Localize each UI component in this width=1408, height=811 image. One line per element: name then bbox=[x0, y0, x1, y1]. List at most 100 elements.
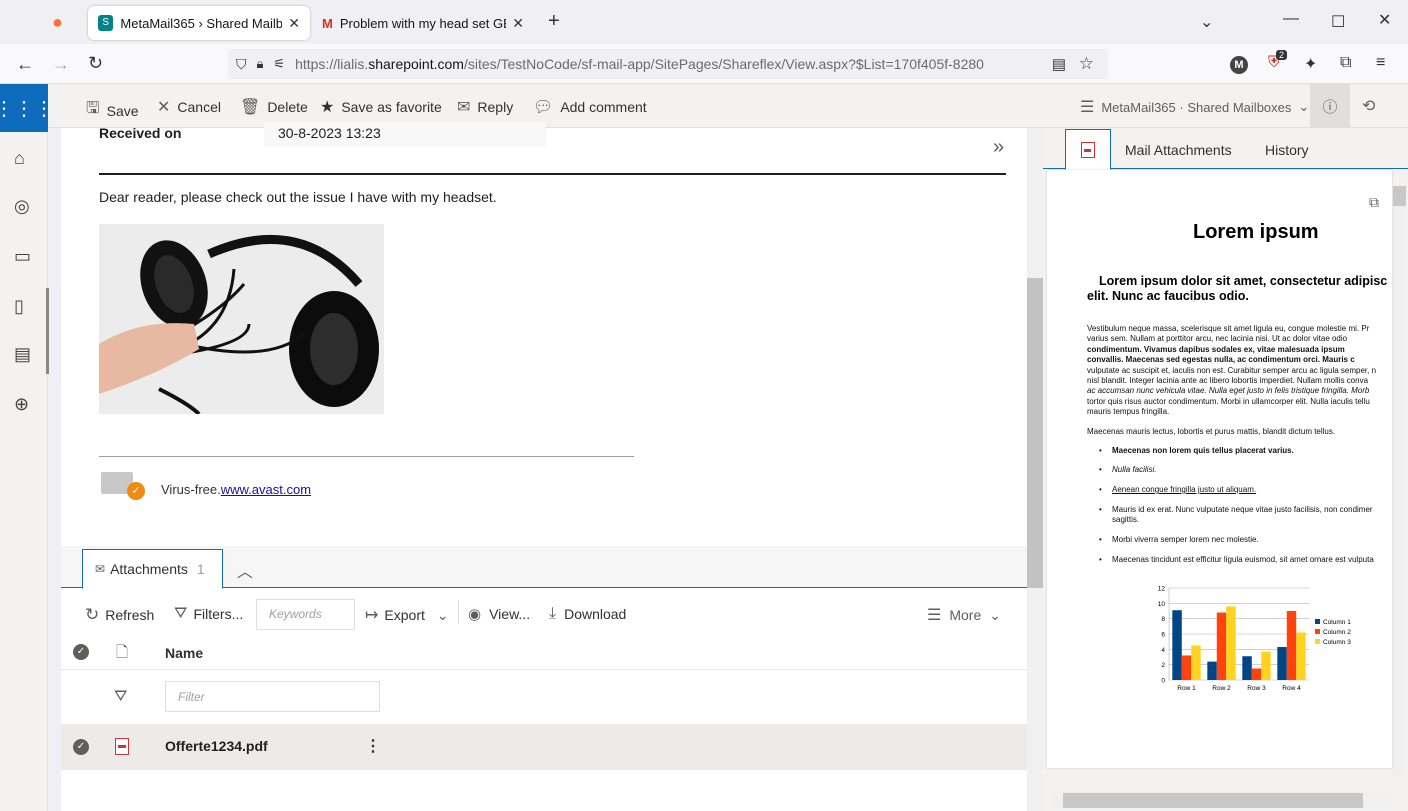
bar-chart: 0 2 4 6 8 10 12 Row 1 Row 2 Row 3 Row 4 Column 1 Col… bbox=[1158, 586, 1351, 693]
reader-view-icon[interactable]: ▤ bbox=[1052, 55, 1066, 73]
bullet-dot: • bbox=[1099, 485, 1102, 494]
mail-body: Dear reader, please check out the issue … bbox=[99, 189, 497, 205]
column-header-name[interactable]: Name bbox=[165, 645, 203, 661]
reply-button[interactable]: ✉ Reply bbox=[457, 97, 513, 117]
profile-avatar[interactable]: M bbox=[1230, 56, 1248, 74]
delete-button[interactable]: 🗑︎ Delete bbox=[240, 97, 308, 117]
chart-x-tick-label: Row 2 bbox=[1212, 685, 1231, 692]
address-bar[interactable]: ⛉ 🔒︎ ⚟ https://lialis. sharepoint.com/sit… bbox=[228, 49, 1108, 79]
filter-input[interactable]: Filter bbox=[165, 681, 380, 712]
preview-hscrollbar-thumb[interactable] bbox=[1063, 793, 1363, 808]
doc-paragraph: Vestibulum neque massa, scelerisque sit … bbox=[1087, 324, 1377, 417]
history-icon[interactable]: ⟲ bbox=[1362, 96, 1375, 116]
globe-icon[interactable]: ◎ bbox=[14, 196, 30, 217]
bullet-dot: • bbox=[1099, 535, 1102, 544]
doc-subtitle-line2: elit. Nunc ac faucibus odio. bbox=[1087, 289, 1249, 303]
url-host: sharepoint.com bbox=[368, 56, 464, 72]
chart-bar bbox=[1277, 647, 1287, 680]
cancel-button[interactable]: ✕ Cancel bbox=[157, 97, 221, 117]
download-icon: ⤓ bbox=[549, 605, 557, 622]
pdf-icon bbox=[115, 738, 129, 755]
collapse-icon[interactable]: ︿ bbox=[237, 558, 253, 582]
url-path: /sites/TestNoCode/sf-mail-app/SitePages/… bbox=[463, 56, 984, 72]
expand-icon[interactable]: » bbox=[993, 136, 1004, 159]
tab-title: Problem with my head set GBR bbox=[339, 15, 507, 31]
more-button[interactable]: ☰ More ⌄ bbox=[927, 605, 1001, 625]
received-value: 30-8-2023 13:23 bbox=[264, 122, 546, 147]
lists-icon[interactable]: ▤ bbox=[14, 344, 31, 365]
more-actions-icon[interactable]: ⋮ bbox=[365, 736, 381, 756]
doc-bullet: Morbi viverra semper lorem nec molestie. bbox=[1112, 535, 1259, 544]
tab-mail-attachments[interactable]: Mail Attachments bbox=[1125, 142, 1232, 158]
view-button[interactable]: ◉ View... bbox=[468, 605, 530, 623]
preview-scrollbar[interactable] bbox=[1393, 186, 1406, 776]
chart-bar bbox=[1296, 632, 1306, 680]
chart-legend-label: Column 1 bbox=[1323, 619, 1351, 626]
chart-bar bbox=[1207, 661, 1217, 680]
permissions-icon: ⚟ bbox=[273, 56, 286, 71]
tab-attachments[interactable]: ✉ Attachments 1 bbox=[82, 549, 223, 589]
filters-button[interactable]: ⛛ Filters... bbox=[174, 605, 243, 623]
chevron-down-icon: ⌄ bbox=[989, 606, 1001, 623]
doc-paragraph-2: Maecenas mauris lectus, lobortis et puru… bbox=[1087, 427, 1336, 436]
tab-list-icon[interactable]: ⌄ bbox=[1200, 12, 1213, 32]
received-label: Received on bbox=[99, 125, 182, 141]
context-selector[interactable]: ☰ MetaMail365 · Shared Mailboxes ⌄ bbox=[1080, 97, 1309, 117]
close-tab-icon[interactable]: ✕ bbox=[512, 15, 524, 32]
menu-icon[interactable]: ≡ bbox=[1376, 54, 1385, 72]
tab-metamail[interactable]: S MetaMail365 › Shared Mailboxes ✕ bbox=[88, 6, 310, 40]
extensions-puzzle-icon[interactable]: ⧉ bbox=[1340, 54, 1351, 72]
info-icon[interactable]: ⓘ bbox=[1310, 84, 1350, 128]
add-comment-button[interactable]: 💬︎ Add comment bbox=[533, 97, 647, 117]
main-scrollbar-thumb[interactable] bbox=[1027, 278, 1043, 588]
keywords-input[interactable]: Keywords bbox=[256, 599, 355, 630]
create-icon[interactable]: ⊕ bbox=[14, 394, 29, 415]
chart-bar bbox=[1251, 668, 1262, 680]
home-icon[interactable]: ⌂ bbox=[14, 148, 25, 169]
chart-y-tick-label: 10 bbox=[1158, 601, 1166, 608]
extension-icon[interactable]: ✦ bbox=[1304, 54, 1317, 74]
save-button[interactable]: 🖫 Save bbox=[86, 97, 139, 124]
news-icon[interactable]: ▭ bbox=[14, 246, 31, 267]
new-tab-button[interactable]: + bbox=[548, 10, 560, 33]
save-favorite-button[interactable]: ★ Save as favorite bbox=[320, 97, 442, 117]
export-button[interactable]: ↦ Export ⌄ bbox=[365, 605, 449, 625]
tab-gmail[interactable]: M Problem with my head set GBR ✕ bbox=[312, 6, 534, 40]
rail-indicator bbox=[46, 288, 49, 374]
doc-bullet: Maecenas non lorem quis tellus placerat … bbox=[1112, 446, 1294, 455]
attachment-name[interactable]: Offerte1234.pdf bbox=[165, 738, 268, 754]
row-checkbox[interactable]: ✓ bbox=[73, 739, 89, 755]
select-all-checkbox[interactable]: ✓ bbox=[73, 644, 89, 660]
chart-x-tick-label: Row 3 bbox=[1247, 685, 1266, 692]
close-tab-icon[interactable]: ✕ bbox=[288, 15, 300, 32]
firefox-icon[interactable]: ● bbox=[52, 12, 63, 33]
maximize-icon[interactable]: ☐ bbox=[1331, 12, 1345, 32]
chart-legend-swatch bbox=[1315, 629, 1320, 634]
page-icon[interactable]: ▯ bbox=[14, 296, 24, 317]
browser-toolbar: ← → ↻ ⛉ 🔒︎ ⚟ https://lialis. sharepoint.c… bbox=[0, 44, 1408, 84]
chevron-down-icon: ⌄ bbox=[1298, 99, 1310, 114]
chart-bar bbox=[1286, 611, 1297, 680]
bookmark-star-icon[interactable]: ☆ bbox=[1079, 54, 1094, 74]
refresh-button[interactable]: ↻ Refresh bbox=[85, 605, 154, 625]
open-external-icon[interactable]: ⧉ bbox=[1369, 194, 1379, 211]
reload-icon[interactable]: ↻ bbox=[88, 53, 103, 74]
app-launcher-icon[interactable]: ⋮⋮⋮ bbox=[0, 84, 54, 132]
comment-icon: 💬︎ bbox=[533, 99, 554, 116]
minimize-icon[interactable]: — bbox=[1283, 10, 1299, 28]
chevron-down-icon: ⌄ bbox=[436, 606, 449, 623]
signature-divider bbox=[99, 456, 634, 457]
tab-preview[interactable] bbox=[1065, 129, 1111, 170]
preview-scrollbar-thumb[interactable] bbox=[1393, 186, 1406, 206]
tab-history[interactable]: History bbox=[1265, 142, 1309, 158]
back-icon[interactable]: ← bbox=[16, 54, 34, 75]
download-button[interactable]: ⤓ Download bbox=[549, 605, 626, 623]
chart-y-tick-label: 6 bbox=[1161, 632, 1165, 639]
table-row[interactable]: ✓ Offerte1234.pdf ⋮ bbox=[61, 724, 1027, 770]
window-close-icon[interactable]: ✕ bbox=[1378, 10, 1391, 30]
avast-link[interactable]: www.avast.com bbox=[221, 482, 311, 497]
forward-icon[interactable]: → bbox=[52, 54, 70, 75]
mail-view: Received on 30-8-2023 13:23 » Dear reade… bbox=[61, 122, 1027, 811]
chart-x-tick-label: Row 4 bbox=[1282, 685, 1301, 692]
browser-tab-bar: ● S MetaMail365 › Shared Mailboxes ✕ M P… bbox=[0, 0, 1408, 44]
